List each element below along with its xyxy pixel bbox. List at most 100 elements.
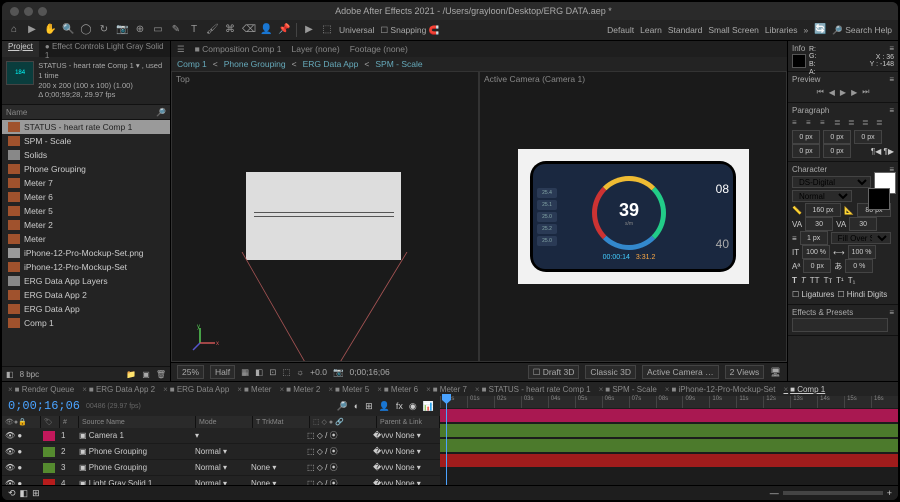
stroke-swatch[interactable] [868,188,890,210]
traffic-close[interactable] [10,7,19,16]
effects-search[interactable] [792,318,888,332]
rtl-icon[interactable]: ¶◀ ¶▶ [854,147,894,156]
project-item[interactable]: Comp 1 [2,316,170,330]
crumb-0[interactable]: Comp 1 [177,59,207,69]
tl-opt1-icon[interactable]: ◐ [354,401,359,411]
tab-effect-controls[interactable]: ● Effect Controls Light Gray Solid 1 [39,41,170,57]
subscript-icon[interactable]: T₁ [848,276,856,285]
traffic-max[interactable] [38,7,47,16]
exposure-value[interactable]: +0.0 [310,367,327,377]
zoom-dropdown[interactable]: 25% [177,365,204,379]
workspace-learn[interactable]: Learn [640,25,662,35]
layer-row[interactable]: 👁 ●1▣ Camera 1 ▾⬚ ◇ / ⦿�ννν None ▾ [2,428,440,444]
layer-row[interactable]: 👁 ●3▣ Phone GroupingNormal ▾None ▾⬚ ◇ / … [2,460,440,476]
indent-right[interactable] [854,130,882,144]
timeline-tab[interactable]: × ■ Comp 1 [783,385,825,394]
timeline-tab[interactable]: × ■ Meter 2 [279,385,320,394]
project-item[interactable]: SPM - Scale [2,134,170,148]
layer-bar[interactable] [440,439,898,452]
tl-fx-icon[interactable]: fx [396,401,403,411]
traffic-min[interactable] [24,7,33,16]
tl-zoom-slider[interactable] [783,491,883,495]
project-item[interactable]: ERG Data App Layers [2,274,170,288]
kerning[interactable] [805,217,833,231]
project-item[interactable]: Meter 5 [2,204,170,218]
interpret-icon[interactable]: ◧ [6,370,14,379]
info-panel-header[interactable]: Info [792,44,805,53]
rotate-tool-icon[interactable]: ↻ [98,24,110,36]
project-item[interactable]: iPhone-12-Pro-Mockup-Set [2,260,170,274]
universal-label[interactable]: Universal [339,25,374,35]
brush-tool-icon[interactable]: 🖌 [206,24,218,36]
tl-graph-icon[interactable]: 📊 [423,401,434,412]
camera-tool-icon[interactable]: 📷 [116,24,128,36]
indent-left[interactable] [792,130,820,144]
transparency-icon[interactable]: ▦ [241,367,249,378]
last-frame-icon[interactable]: ⏭ [862,87,869,97]
justify-all-icon[interactable]: ≣ [876,118,888,128]
project-item[interactable]: Meter [2,232,170,246]
timeline-tab[interactable]: × ■ Render Queue [8,385,74,394]
tsume[interactable] [845,259,873,273]
bold-icon[interactable]: T [792,276,797,285]
tl-toggle-switches-icon[interactable]: ⟲ [8,488,16,499]
tl-zoom-out-icon[interactable]: — [770,488,779,498]
indent-first[interactable] [823,130,851,144]
justify-right-icon[interactable]: ≣ [862,118,874,128]
align-left-icon[interactable]: ≡ [792,118,804,128]
camera-dropdown[interactable]: Active Camera … [642,365,719,379]
workspace-more-icon[interactable]: » [804,25,809,35]
project-item[interactable]: Phone Grouping [2,162,170,176]
baseline-shift[interactable] [803,259,831,273]
home-icon[interactable]: ⌂ [8,24,20,36]
paragraph-panel-header[interactable]: Paragraph [792,106,829,115]
vert-scale[interactable] [802,245,830,259]
first-frame-icon[interactable]: ⏮ [817,87,824,97]
tab-footage[interactable]: Footage (none) [350,44,408,54]
italic-icon[interactable]: T [801,276,806,285]
tab-composition[interactable]: ■ Composition Comp 1 [195,44,282,54]
timeline-tab[interactable]: × ■ ERG Data App [163,385,229,394]
new-comp-icon[interactable]: ▣ [142,370,150,379]
project-item[interactable]: Meter 2 [2,218,170,232]
draft-3d-toggle[interactable]: ☐ Draft 3D [528,365,580,379]
axis-mode-icon[interactable]: ⬚ [321,24,333,36]
align-center-icon[interactable]: ≡ [806,118,818,128]
tl-shy-icon[interactable]: 👤 [379,401,390,412]
font-style-dropdown[interactable]: Normal [792,190,852,202]
timeline-tab[interactable]: × ■ Meter 5 [328,385,369,394]
snapping-checkbox[interactable]: ☐ Snapping 🧲 [380,25,439,36]
project-item[interactable]: STATUS - heart rate Comp 1 [2,120,170,134]
prev-frame-icon[interactable]: ◀ [829,88,835,97]
timecode[interactable]: 0;00;16;06 [8,399,80,413]
resolution-dropdown[interactable]: Half [210,365,235,379]
space-before[interactable] [792,144,820,158]
timeline-tab[interactable]: × ■ ERG Data App 2 [82,385,155,394]
play-icon[interactable]: ▶ [840,88,846,97]
timeline-tab[interactable]: × ■ Meter 6 [377,385,418,394]
new-folder-icon[interactable]: 📁 [126,370,136,379]
timeline-tab[interactable]: × ■ Meter [237,385,271,394]
project-item[interactable]: ERG Data App 2 [2,288,170,302]
layer-row[interactable]: 👁 ●2▣ Phone GroupingNormal ▾⬚ ◇ / ⦿�ννν … [2,444,440,460]
workspace-small[interactable]: Small Screen [708,25,759,35]
region-icon[interactable]: ⊡ [269,367,276,378]
workspace-default[interactable]: Default [607,25,634,35]
comp-viewer[interactable]: Top xy Active Camera (Camera 1) [171,71,787,362]
search-help[interactable]: 🔎 Search Help [832,25,892,36]
pan-behind-tool-icon[interactable]: ⊕ [134,24,146,36]
pen-tool-icon[interactable]: ✎ [170,24,182,36]
layer-bar[interactable] [440,409,898,422]
view-options-icon[interactable]: 🖥 [770,367,781,378]
roto-tool-icon[interactable]: 👤 [260,24,272,36]
font-family-dropdown[interactable]: DS-Digital [792,176,871,188]
clone-tool-icon[interactable]: ⌘ [224,24,236,36]
sync-icon[interactable]: 🔄 [814,24,826,36]
type-tool-icon[interactable]: T [188,24,200,36]
smallcaps-icon[interactable]: Tᴛ [824,276,833,285]
zoom-tool-icon[interactable]: 🔍 [62,24,74,36]
bpc-toggle[interactable]: 8 bpc [20,370,40,379]
font-size[interactable] [805,203,841,217]
renderer-dropdown[interactable]: Classic 3D [585,365,636,379]
project-item[interactable]: Meter 7 [2,176,170,190]
